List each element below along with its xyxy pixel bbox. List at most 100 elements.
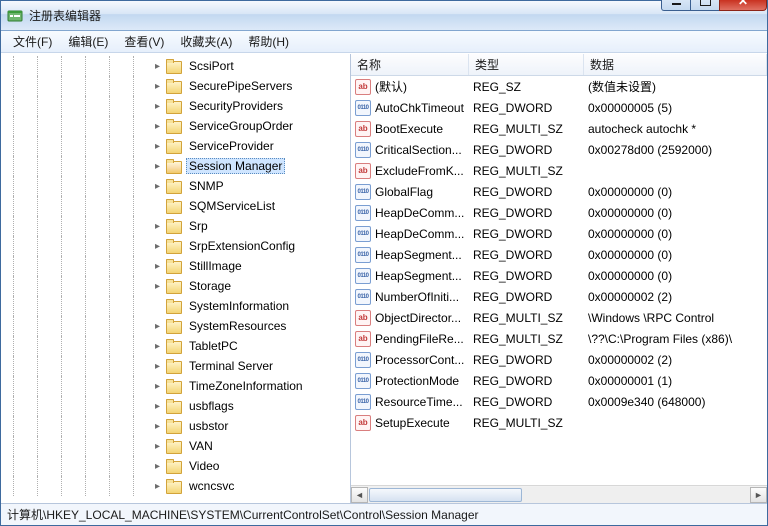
list-row[interactable]: 0110ResourceTime...REG_DWORD0x0009e340 (…	[351, 391, 767, 412]
column-header-type[interactable]: 类型	[469, 54, 584, 75]
tree-item-label: usbflags	[186, 398, 237, 414]
expander-closed-icon[interactable]: ▸	[151, 140, 164, 153]
expander-closed-icon[interactable]: ▸	[151, 420, 164, 433]
close-button[interactable]	[719, 0, 767, 11]
column-header-data[interactable]: 数据	[584, 54, 767, 75]
expander-closed-icon[interactable]: ▸	[151, 180, 164, 193]
list-row[interactable]: abSetupExecuteREG_MULTI_SZ	[351, 412, 767, 433]
tree-item[interactable]: ▸Video	[7, 456, 350, 476]
list-row[interactable]: abExcludeFromK...REG_MULTI_SZ	[351, 160, 767, 181]
expander-closed-icon[interactable]: ▸	[151, 60, 164, 73]
list-row[interactable]: 0110NumberOfIniti...REG_DWORD0x00000002 …	[351, 286, 767, 307]
list-row[interactable]: 0110HeapSegment...REG_DWORD0x00000000 (0…	[351, 244, 767, 265]
expander-closed-icon[interactable]: ▸	[151, 380, 164, 393]
list-row[interactable]: 0110HeapDeComm...REG_DWORD0x00000000 (0)	[351, 223, 767, 244]
expander-closed-icon[interactable]: ▸	[151, 360, 164, 373]
tree-item[interactable]: ▸TabletPC	[7, 336, 350, 356]
maximize-button[interactable]	[690, 0, 720, 11]
tree-pane[interactable]: ▸ScsiPort▸SecurePipeServers▸SecurityProv…	[1, 54, 351, 503]
horizontal-scrollbar[interactable]: ◄ ►	[351, 485, 767, 503]
expander-closed-icon[interactable]: ▸	[151, 100, 164, 113]
tree-item[interactable]: ▸SrpExtensionConfig	[7, 236, 350, 256]
value-type: REG_DWORD	[473, 353, 588, 367]
expander-closed-icon[interactable]: ▸	[151, 280, 164, 293]
titlebar[interactable]: 注册表编辑器	[1, 1, 767, 31]
tree-item[interactable]: ▸Srp	[7, 216, 350, 236]
tree-item[interactable]: ▸SQMServiceList	[7, 196, 350, 216]
expander-closed-icon[interactable]: ▸	[151, 340, 164, 353]
list-row[interactable]: ab(默认)REG_SZ(数值未设置)	[351, 76, 767, 97]
list-row[interactable]: 0110ProcessorCont...REG_DWORD0x00000002 …	[351, 349, 767, 370]
expander-closed-icon[interactable]: ▸	[151, 400, 164, 413]
tree-item[interactable]: ▸ ServiceProvider	[7, 136, 350, 156]
tree-item[interactable]: ▸Session Manager	[7, 156, 350, 176]
tree-item[interactable]: ▸SecurePipeServers	[7, 76, 350, 96]
tree-item[interactable]: ▸ SNMP	[7, 176, 350, 196]
tree-item[interactable]: ▸Terminal Server	[7, 356, 350, 376]
scroll-track[interactable]	[368, 487, 750, 503]
string-value-icon: ab	[355, 331, 371, 347]
menu-help[interactable]: 帮助(H)	[240, 31, 297, 52]
list-row[interactable]: abBootExecuteREG_MULTI_SZautocheck autoc…	[351, 118, 767, 139]
tree-item[interactable]: ▸ServiceGroupOrder	[7, 116, 350, 136]
value-name: SetupExecute	[375, 416, 473, 430]
list-row[interactable]: 0110CriticalSection...REG_DWORD0x00278d0…	[351, 139, 767, 160]
list-row[interactable]: 0110HeapSegment...REG_DWORD0x00000000 (0…	[351, 265, 767, 286]
folder-icon	[166, 119, 182, 133]
list-body[interactable]: ab(默认)REG_SZ(数值未设置)0110AutoChkTimeoutREG…	[351, 76, 767, 485]
list-row[interactable]: abObjectDirector...REG_MULTI_SZ\Windows …	[351, 307, 767, 328]
tree-item[interactable]: ▸ usbflags	[7, 396, 350, 416]
menu-view[interactable]: 查看(V)	[116, 31, 172, 52]
expander-closed-icon[interactable]: ▸	[151, 120, 164, 133]
folder-icon	[166, 379, 182, 393]
expander-closed-icon[interactable]: ▸	[151, 320, 164, 333]
expander-closed-icon[interactable]: ▸	[151, 440, 164, 453]
value-name: ObjectDirector...	[375, 311, 473, 325]
tree-item[interactable]: ▸SystemResources	[7, 316, 350, 336]
tree-item[interactable]: ▸ScsiPort	[7, 56, 350, 76]
tree-item[interactable]: ▸ wcncsvc	[7, 476, 350, 496]
expander-closed-icon[interactable]: ▸	[151, 260, 164, 273]
folder-icon	[166, 359, 182, 373]
folder-icon	[166, 139, 182, 153]
list-row[interactable]: 0110GlobalFlagREG_DWORD0x00000000 (0)	[351, 181, 767, 202]
value-type: REG_DWORD	[473, 269, 588, 283]
scroll-left-arrow-icon[interactable]: ◄	[351, 487, 368, 503]
expander-closed-icon[interactable]: ▸	[151, 240, 164, 253]
string-value-icon: ab	[355, 79, 371, 95]
tree-item[interactable]: ▸SecurityProviders	[7, 96, 350, 116]
menu-edit[interactable]: 编辑(E)	[60, 31, 116, 52]
tree-item[interactable]: ▸Storage	[7, 276, 350, 296]
tree-item[interactable]: ▸SystemInformation	[7, 296, 350, 316]
tree-item[interactable]: ▸TimeZoneInformation	[7, 376, 350, 396]
expander-closed-icon[interactable]: ▸	[151, 460, 164, 473]
tree-item[interactable]: ▸ VAN	[7, 436, 350, 456]
expander-closed-icon[interactable]: ▸	[151, 80, 164, 93]
list-row[interactable]: abPendingFileRe...REG_MULTI_SZ\??\C:\Pro…	[351, 328, 767, 349]
menu-favorites[interactable]: 收藏夹(A)	[172, 31, 240, 52]
tree-item[interactable]: ▸StillImage	[7, 256, 350, 276]
list-row[interactable]: 0110AutoChkTimeoutREG_DWORD0x00000005 (5…	[351, 97, 767, 118]
folder-icon	[166, 279, 182, 293]
value-type: REG_DWORD	[473, 395, 588, 409]
menu-file[interactable]: 文件(F)	[5, 31, 60, 52]
folder-icon	[166, 299, 182, 313]
value-type: REG_DWORD	[473, 206, 588, 220]
tree-item-label: SQMServiceList	[186, 198, 278, 214]
scroll-thumb[interactable]	[369, 488, 522, 502]
tree-item[interactable]: ▸usbstor	[7, 416, 350, 436]
expander-closed-icon[interactable]: ▸	[151, 160, 164, 173]
binary-value-icon: 0110	[355, 142, 371, 158]
tree-item-label: wcncsvc	[186, 478, 237, 494]
list-row[interactable]: 0110HeapDeComm...REG_DWORD0x00000000 (0)	[351, 202, 767, 223]
scroll-right-arrow-icon[interactable]: ►	[750, 487, 767, 503]
list-row[interactable]: 0110ProtectionModeREG_DWORD0x00000001 (1…	[351, 370, 767, 391]
column-header-name[interactable]: 名称	[351, 54, 469, 75]
tree-item-label: SNMP	[186, 178, 227, 194]
expander-closed-icon[interactable]: ▸	[151, 480, 164, 493]
minimize-button[interactable]	[661, 0, 691, 11]
tree-item-label: VAN	[186, 438, 216, 454]
tree-item-label: ServiceProvider	[186, 138, 277, 154]
expander-closed-icon[interactable]: ▸	[151, 220, 164, 233]
folder-icon	[166, 199, 182, 213]
